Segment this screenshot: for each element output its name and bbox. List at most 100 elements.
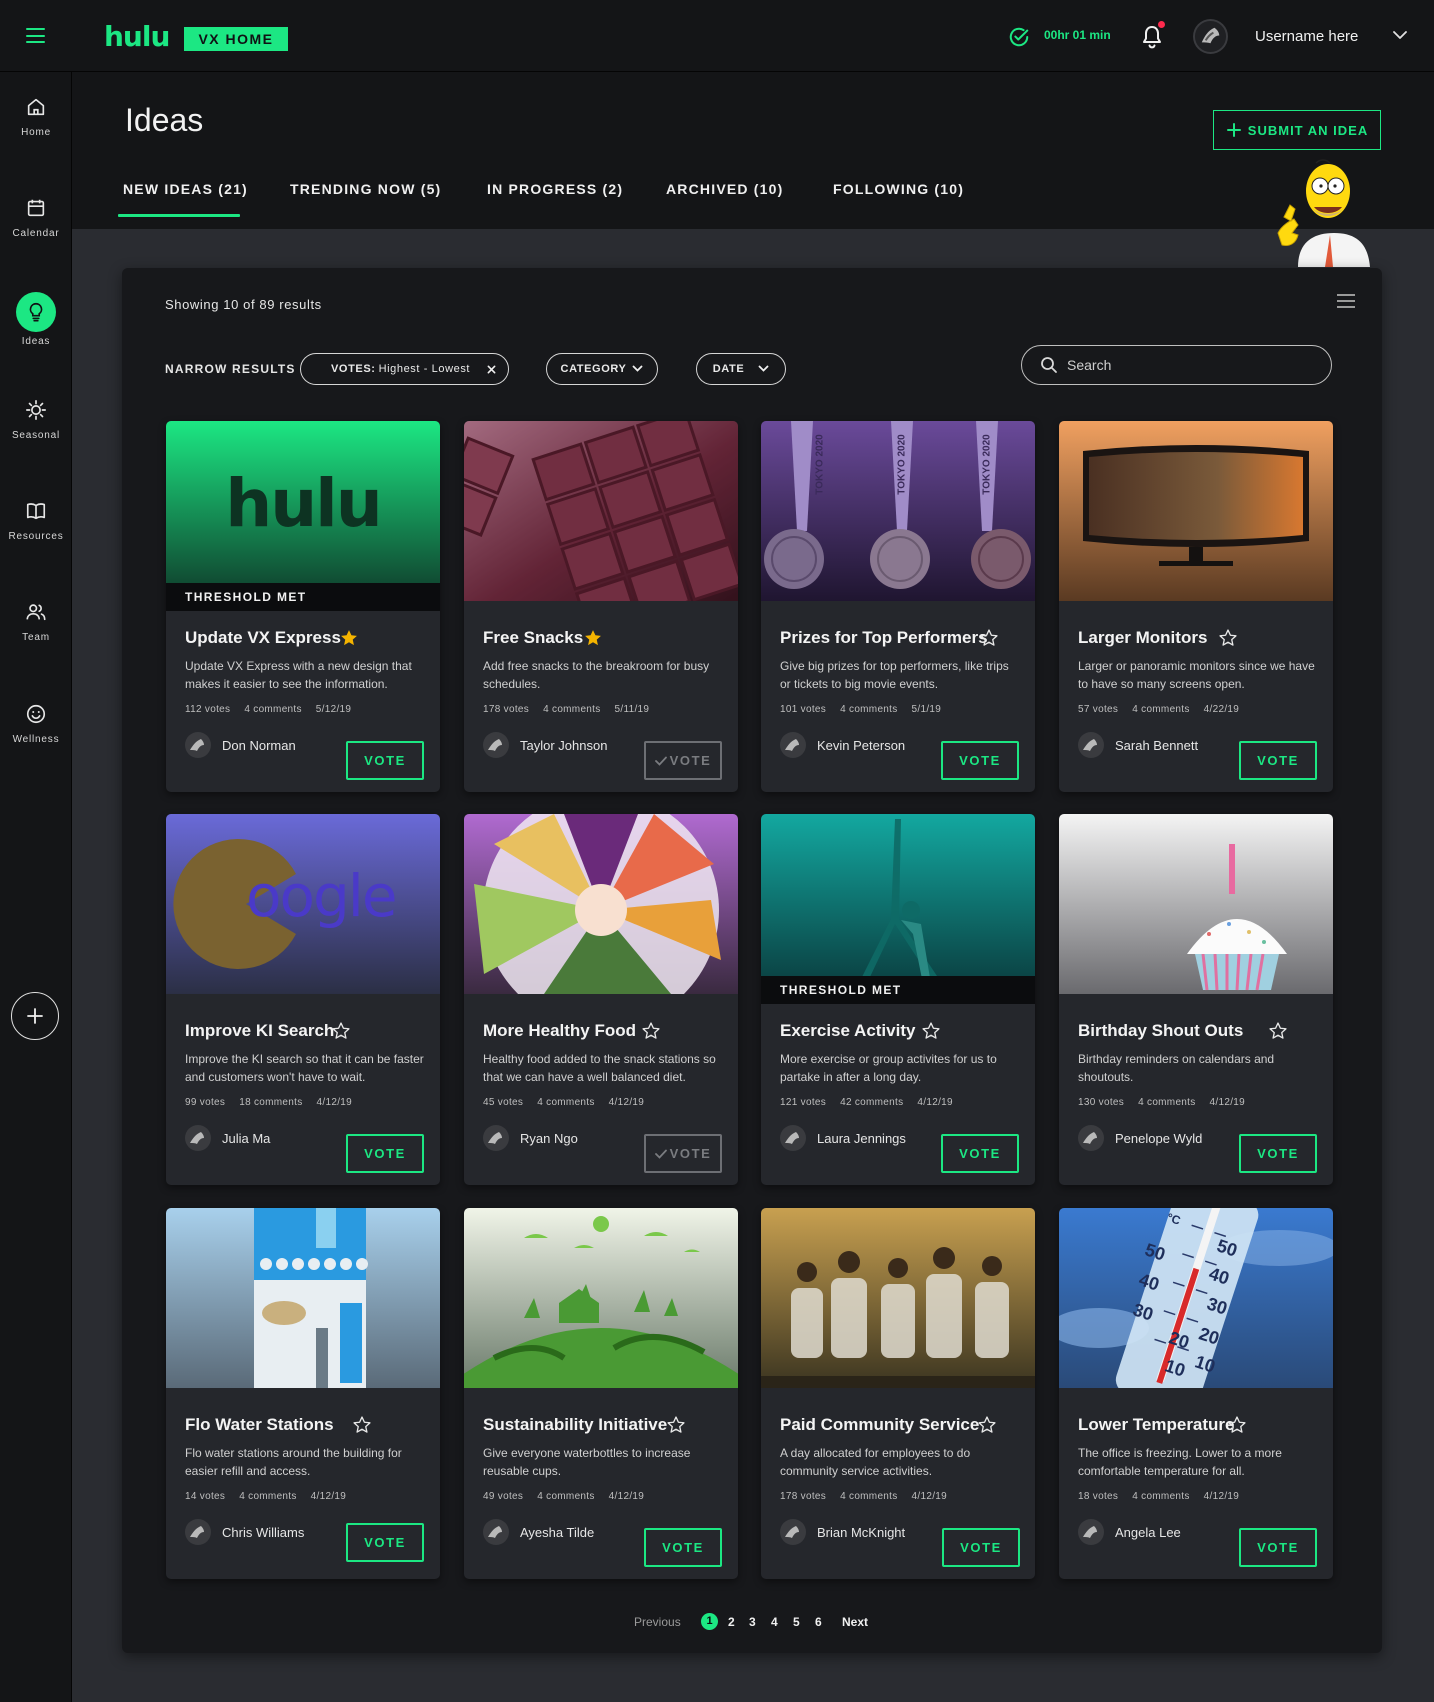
vote-button[interactable]: VOTE xyxy=(941,1134,1019,1173)
card-author[interactable]: Kevin Peterson xyxy=(817,738,905,753)
comment-count[interactable]: 42 comments xyxy=(840,1097,903,1108)
card-author[interactable]: Brian McKnight xyxy=(817,1525,905,1540)
card-author[interactable]: Julia Ma xyxy=(222,1131,270,1146)
pagination-next[interactable]: Next xyxy=(842,1615,868,1629)
comment-count[interactable]: 4 comments xyxy=(244,704,301,715)
author-avatar xyxy=(1078,732,1104,758)
comment-count[interactable]: 4 comments xyxy=(239,1491,296,1502)
star-outline-icon[interactable] xyxy=(921,1021,941,1041)
sidebar-item-resources[interactable]: Resources xyxy=(0,500,72,542)
comment-count[interactable]: 4 comments xyxy=(1132,1491,1189,1502)
submit-idea-button[interactable]: SUBMIT AN IDEA xyxy=(1213,110,1381,150)
star-outline-icon[interactable] xyxy=(1268,1021,1288,1041)
vote-button[interactable]: VOTE xyxy=(942,1528,1020,1567)
idea-card[interactable]: hulu THRESHOLD MET Update VX Express Upd… xyxy=(166,421,440,792)
sidebar-item-seasonal[interactable]: Seasonal xyxy=(0,399,72,441)
idea-card[interactable]: TOKYO 2020 TOKYO 2020 TOKYO 2020 Prizes … xyxy=(761,421,1035,792)
sidebar-item-team[interactable]: Team xyxy=(0,601,72,643)
vote-count: 99 votes xyxy=(185,1097,226,1108)
vote-button[interactable]: VOTE xyxy=(346,1134,424,1173)
vote-button[interactable]: VOTE xyxy=(1239,1134,1317,1173)
pagination-page-6[interactable]: 6 xyxy=(815,1615,822,1629)
idea-card[interactable]: Flo Water Stations Flo water stations ar… xyxy=(166,1208,440,1579)
vote-button[interactable]: VOTE xyxy=(644,1528,722,1567)
comment-count[interactable]: 4 comments xyxy=(840,704,897,715)
star-outline-icon[interactable] xyxy=(352,1415,372,1435)
user-avatar[interactable] xyxy=(1193,19,1228,54)
sidebar-item-ideas[interactable]: Ideas xyxy=(0,292,72,347)
calendar-icon xyxy=(27,199,45,217)
pagination-page-4[interactable]: 4 xyxy=(771,1615,778,1629)
comment-count[interactable]: 4 comments xyxy=(537,1097,594,1108)
sidebar-item-home[interactable]: Home xyxy=(0,96,72,138)
star-outline-icon[interactable] xyxy=(979,628,999,648)
pagination-page-2[interactable]: 2 xyxy=(728,1615,735,1629)
author-avatar xyxy=(185,732,211,758)
vote-button[interactable]: VOTE xyxy=(1239,1528,1317,1567)
close-icon[interactable] xyxy=(487,365,496,374)
comment-count[interactable]: 4 comments xyxy=(1132,704,1189,715)
plus-icon xyxy=(27,1008,43,1024)
star-filled-icon[interactable] xyxy=(339,628,359,648)
vote-button[interactable]: VOTE xyxy=(346,1523,424,1562)
star-outline-icon[interactable] xyxy=(666,1415,686,1435)
date-dropdown[interactable]: DATE xyxy=(696,353,786,385)
category-dropdown[interactable]: CATEGORY xyxy=(546,353,658,385)
idea-card[interactable]: 50 40 30 20 10 50 40 30 20 10 °C Lower T… xyxy=(1059,1208,1333,1579)
tab-new-ideas[interactable]: NEW IDEAS (21) xyxy=(123,181,248,197)
star-filled-icon[interactable] xyxy=(583,628,603,648)
star-outline-icon[interactable] xyxy=(331,1021,351,1041)
comment-count[interactable]: 18 comments xyxy=(239,1097,302,1108)
pagination-page-1-current[interactable]: 1 xyxy=(701,1613,718,1630)
idea-card[interactable]: Paid Community Service A day allocated f… xyxy=(761,1208,1035,1579)
idea-card[interactable]: Larger Monitors Larger or panoramic moni… xyxy=(1059,421,1333,792)
idea-card[interactable]: Sustainability Initiative Give everyone … xyxy=(464,1208,738,1579)
votes-filter-chip[interactable]: VOTES: Highest - Lowest xyxy=(300,353,509,385)
vx-home-badge[interactable]: VX HOME xyxy=(184,27,288,51)
tab-trending-now[interactable]: TRENDING NOW (5) xyxy=(290,181,441,197)
vote-button[interactable]: VOTE xyxy=(346,741,424,780)
card-author[interactable]: Ryan Ngo xyxy=(520,1131,578,1146)
star-outline-icon[interactable] xyxy=(977,1415,997,1435)
comment-count[interactable]: 4 comments xyxy=(537,1491,594,1502)
vote-button-voted[interactable]: VOTE xyxy=(644,1134,722,1173)
pagination-page-3[interactable]: 3 xyxy=(749,1615,756,1629)
vote-button[interactable]: VOTE xyxy=(941,741,1019,780)
pagination-page-5[interactable]: 5 xyxy=(793,1615,800,1629)
sidebar-item-calendar[interactable]: Calendar xyxy=(0,197,72,239)
card-author[interactable]: Laura Jennings xyxy=(817,1131,906,1146)
card-author[interactable]: Angela Lee xyxy=(1115,1525,1181,1540)
pagination-previous[interactable]: Previous xyxy=(634,1615,681,1629)
star-outline-icon[interactable] xyxy=(1218,628,1238,648)
username[interactable]: Username here xyxy=(1255,28,1358,45)
idea-card[interactable]: More Healthy Food Healthy food added to … xyxy=(464,814,738,1185)
search-input[interactable]: Search xyxy=(1021,345,1332,385)
list-view-icon[interactable] xyxy=(1337,294,1355,308)
idea-card[interactable]: oogle Improve KI Search Improve the KI s… xyxy=(166,814,440,1185)
idea-card[interactable]: Birthday Shout Outs Birthday reminders o… xyxy=(1059,814,1333,1185)
hamburger-menu-icon[interactable] xyxy=(26,28,45,43)
idea-card[interactable]: Free Snacks Add free snacks to the break… xyxy=(464,421,738,792)
add-button[interactable] xyxy=(11,992,59,1040)
idea-card[interactable]: THRESHOLD MET Exercise Activity More exe… xyxy=(761,814,1035,1185)
hulu-logo[interactable]: hulu xyxy=(104,20,170,53)
tab-following[interactable]: FOLLOWING (10) xyxy=(833,181,964,197)
star-outline-icon[interactable] xyxy=(1227,1415,1247,1435)
chevron-down-icon[interactable] xyxy=(1392,28,1408,42)
vote-button[interactable]: VOTE xyxy=(1239,741,1317,780)
card-author[interactable]: Penelope Wyld xyxy=(1115,1131,1202,1146)
star-outline-icon[interactable] xyxy=(641,1021,661,1041)
comment-count[interactable]: 4 comments xyxy=(1138,1097,1195,1108)
card-author[interactable]: Chris Williams xyxy=(222,1525,304,1540)
card-author[interactable]: Ayesha Tilde xyxy=(520,1525,594,1540)
tab-archived[interactable]: ARCHIVED (10) xyxy=(666,181,784,197)
tab-in-progress[interactable]: IN PROGRESS (2) xyxy=(487,181,623,197)
card-date: 4/12/19 xyxy=(310,1491,347,1502)
card-author[interactable]: Don Norman xyxy=(222,738,296,753)
card-author[interactable]: Taylor Johnson xyxy=(520,738,607,753)
card-author[interactable]: Sarah Bennett xyxy=(1115,738,1198,753)
comment-count[interactable]: 4 comments xyxy=(543,704,600,715)
comment-count[interactable]: 4 comments xyxy=(840,1491,897,1502)
vote-button-voted[interactable]: VOTE xyxy=(644,741,722,780)
sidebar-item-wellness[interactable]: Wellness xyxy=(0,703,72,745)
